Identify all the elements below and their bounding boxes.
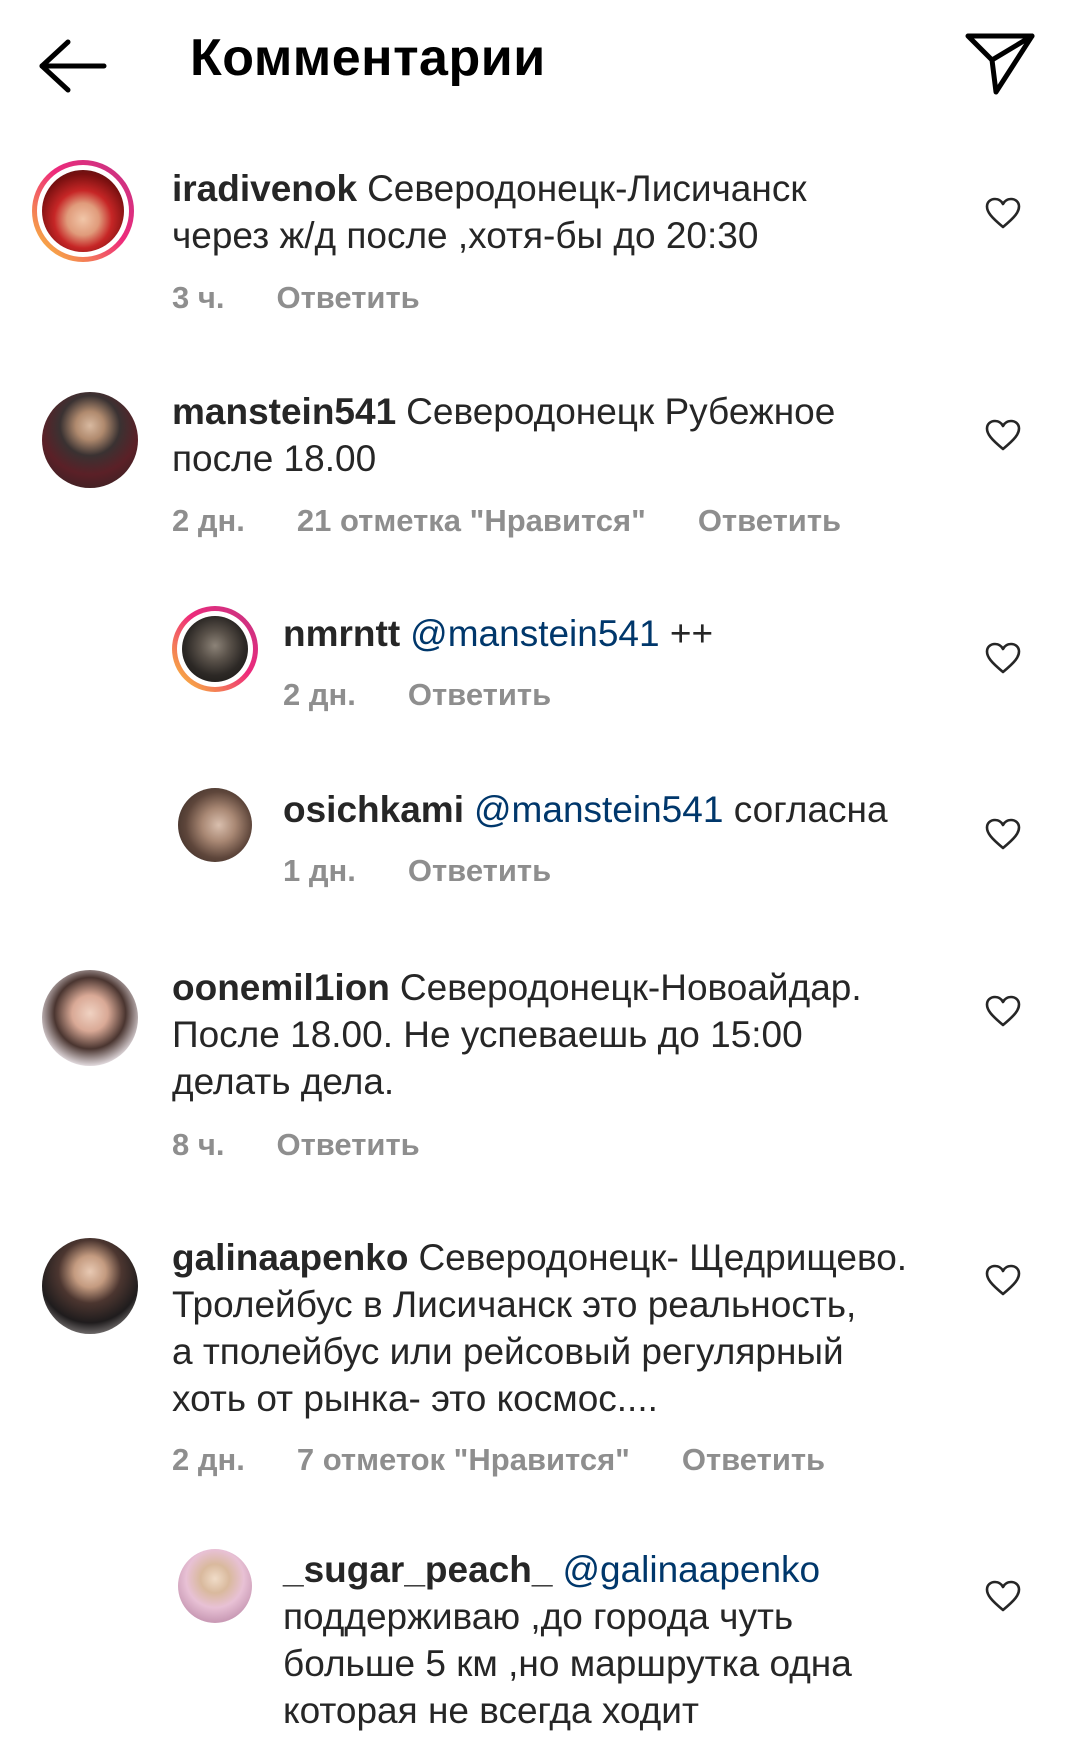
likes-count[interactable]: 21 отметка "Нравится": [297, 503, 646, 538]
comment-time: 2 дн.: [172, 1442, 245, 1477]
comment-text: ++: [669, 613, 714, 654]
like-heart-icon[interactable]: [985, 818, 1021, 850]
comment-username[interactable]: galinaapenko: [172, 1237, 408, 1278]
comment-time: 2 дн.: [283, 677, 356, 712]
comment-text-line: поддерживаю ,до города чуть: [283, 1596, 794, 1637]
comment-text: Северодонецк Рубежное: [406, 391, 836, 432]
back-arrow-icon[interactable]: [38, 36, 108, 96]
comment-time: 3 ч.: [172, 280, 225, 315]
like-heart-icon[interactable]: [985, 642, 1021, 674]
reply-button[interactable]: Ответить: [276, 280, 419, 315]
comment-text-line: делать дела.: [172, 1061, 395, 1102]
comment-text-line: Тролейбус в Лисичанск это реальность,: [172, 1284, 857, 1325]
avatar[interactable]: [178, 1549, 252, 1623]
comment-text: Северодонецк- Щедрищево.: [418, 1237, 908, 1278]
avatar[interactable]: [42, 392, 138, 488]
avatar[interactable]: [172, 606, 258, 692]
mention-link[interactable]: @galinaapenko: [562, 1549, 820, 1590]
mention-link[interactable]: @manstein541: [474, 789, 723, 830]
send-icon[interactable]: [964, 30, 1036, 96]
comment-text: Северодонецк-Новоайдар.: [399, 967, 862, 1008]
comment-text-line: через ж/д после ,хотя-бы до 20:30: [172, 215, 759, 256]
avatar[interactable]: [32, 160, 134, 262]
likes-count[interactable]: 7 отметок "Нравится": [297, 1442, 630, 1477]
comment-text-line: больше 5 км ,но маршрутка одна: [283, 1643, 852, 1684]
reply-button[interactable]: Ответить: [408, 677, 551, 712]
reply-button[interactable]: Ответить: [408, 853, 551, 888]
comment-text-line: а тполейбус или рейсовый регулярный: [172, 1331, 844, 1372]
comment-username[interactable]: manstein541: [172, 391, 396, 432]
comment-text-line: После 18.00. Не успеваешь до 15:00: [172, 1014, 803, 1055]
like-heart-icon[interactable]: [985, 1264, 1021, 1296]
mention-link[interactable]: @manstein541: [410, 613, 659, 654]
comment-text-line: которая не всегда ходит: [283, 1690, 699, 1731]
comment-time: 1 дн.: [283, 853, 356, 888]
avatar[interactable]: [42, 1238, 138, 1334]
reply-button[interactable]: Ответить: [276, 1127, 419, 1162]
avatar[interactable]: [42, 970, 138, 1066]
comment-time: 2 дн.: [172, 503, 245, 538]
reply-button[interactable]: Ответить: [698, 503, 841, 538]
comment-time: 8 ч.: [172, 1127, 225, 1162]
like-heart-icon[interactable]: [985, 995, 1021, 1027]
top-bar: Комментарии: [0, 0, 1080, 130]
comment-username[interactable]: oonemil1ion: [172, 967, 390, 1008]
comment-text-line: после 18.00: [172, 438, 377, 479]
like-heart-icon[interactable]: [985, 1580, 1021, 1612]
like-heart-icon[interactable]: [985, 197, 1021, 229]
page-title: Комментарии: [190, 29, 546, 87]
comment-username[interactable]: nmrntt: [283, 613, 400, 654]
comment-username[interactable]: osichkami: [283, 789, 464, 830]
comment-text: согласна: [733, 789, 888, 830]
reply-button[interactable]: Ответить: [682, 1442, 825, 1477]
comment-text: Северодонецк-Лисичанск: [367, 168, 807, 209]
avatar[interactable]: [178, 788, 252, 862]
comment-username[interactable]: iradivenok: [172, 168, 357, 209]
comment-username[interactable]: _sugar_peach_: [283, 1549, 552, 1590]
comment-text-line: хоть от рынка- это космос....: [172, 1378, 658, 1419]
like-heart-icon[interactable]: [985, 419, 1021, 451]
